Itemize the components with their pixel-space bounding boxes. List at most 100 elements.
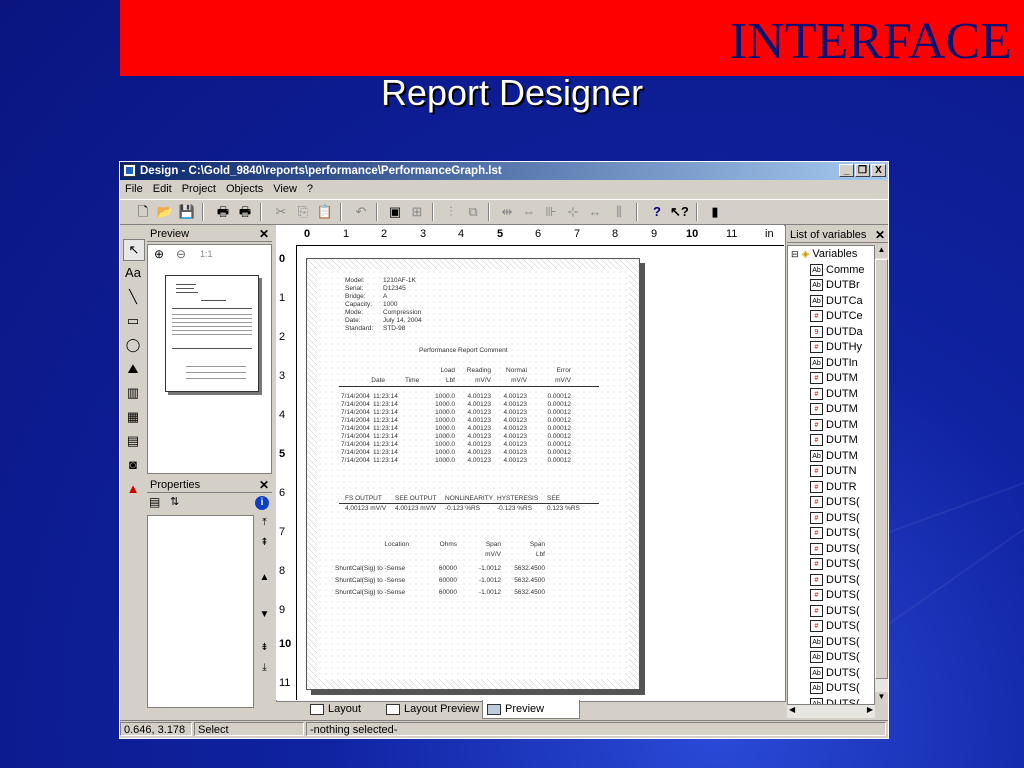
undo-icon[interactable]: ↶: [352, 203, 370, 221]
scroll-thumb[interactable]: [875, 259, 888, 679]
sort-alpha-icon[interactable]: ⇅: [170, 495, 179, 508]
help-icon[interactable]: ?: [648, 203, 666, 221]
variables-close-icon[interactable]: ✕: [875, 227, 885, 243]
menu-file[interactable]: File: [120, 180, 148, 198]
variable-item[interactable]: # DUTM: [810, 371, 858, 387]
variable-item[interactable]: Ab DUTS(: [810, 666, 860, 682]
report-body[interactable]: Model: Serial: Bridge: Capacity: Mode: Date: S…: [317, 269, 629, 679]
ellipse-tool-icon[interactable]: ◯: [123, 335, 143, 355]
align-icon[interactable]: ⫶: [442, 203, 460, 221]
variable-item[interactable]: # DUTS(: [810, 573, 860, 589]
variable-item[interactable]: # DUTS(: [810, 604, 860, 620]
scroll-up-icon[interactable]: ▲: [875, 245, 888, 258]
text-tool-icon[interactable]: Aa: [123, 263, 143, 283]
save-icon[interactable]: 💾: [178, 203, 196, 221]
variables-vertical-scrollbar[interactable]: ▲ ▼: [875, 245, 888, 705]
info-icon[interactable]: i: [255, 496, 269, 510]
size-icon[interactable]: ⇹: [498, 203, 516, 221]
scroll-top-icon[interactable]: ⤒: [257, 515, 272, 530]
ole-object-tool-icon[interactable]: ◙: [123, 455, 143, 475]
group-icon[interactable]: ⧉: [464, 203, 482, 221]
new-icon[interactable]: 🗋: [134, 203, 152, 221]
variable-item[interactable]: # DUTS(: [810, 619, 860, 635]
variable-item[interactable]: # DUTCe: [810, 309, 863, 325]
variable-item[interactable]: # DUTN: [810, 464, 857, 480]
variable-item[interactable]: Ab Comme: [810, 263, 865, 279]
select-tool-icon[interactable]: ↖: [123, 239, 145, 261]
scroll-down-icon[interactable]: ▼: [257, 607, 272, 622]
properties-close-icon[interactable]: ✕: [259, 477, 269, 493]
barcode-tool-icon[interactable]: ▥: [123, 383, 143, 403]
scroll-page-down-icon[interactable]: ⇟: [257, 640, 272, 655]
menu-help[interactable]: ?: [302, 180, 318, 198]
distribute-icon[interactable]: ⊪: [542, 203, 560, 221]
center-icon[interactable]: ⊹: [564, 203, 582, 221]
variable-item[interactable]: 9 DUTDa: [810, 325, 863, 341]
scroll-up-icon[interactable]: ▲: [257, 570, 272, 585]
variable-item[interactable]: # DUTM: [810, 418, 858, 434]
variable-item[interactable]: Ab DUTCa: [810, 294, 863, 310]
open-icon[interactable]: 📂: [156, 203, 174, 221]
variable-item[interactable]: # DUTR: [810, 480, 857, 496]
copy-icon[interactable]: ⎘: [294, 203, 312, 221]
scroll-left-icon[interactable]: ◀: [789, 705, 795, 714]
variable-item[interactable]: # DUTS(: [810, 495, 860, 511]
tab-layout[interactable]: Layout: [306, 700, 376, 719]
categorized-icon[interactable]: ▤: [149, 495, 160, 509]
variable-item[interactable]: Ab DUTS(: [810, 635, 860, 651]
variable-item[interactable]: Ab DUTIn: [810, 356, 858, 372]
minimize-button[interactable]: _: [839, 164, 854, 177]
paste-icon[interactable]: 📋: [316, 203, 334, 221]
variable-item[interactable]: # DUTM: [810, 433, 858, 449]
scroll-down-icon[interactable]: ▼: [875, 692, 888, 705]
cut-icon[interactable]: ✂: [272, 203, 290, 221]
variable-item[interactable]: # DUTS(: [810, 526, 860, 542]
variable-item[interactable]: # DUTM: [810, 387, 858, 403]
line-tool-icon[interactable]: ╲: [123, 287, 143, 307]
menu-view[interactable]: View: [268, 180, 302, 198]
close-button[interactable]: X: [871, 164, 886, 177]
print-preview-icon[interactable]: 🖶: [236, 203, 254, 221]
window-titlebar[interactable]: Design - C:\Gold_9840\reports\performanc…: [120, 162, 888, 180]
fit-icon[interactable]: ↔: [586, 203, 604, 221]
table-tool-icon[interactable]: ▦: [123, 407, 143, 427]
collapse-icon[interactable]: ⊟: [791, 249, 799, 259]
menu-project[interactable]: Project: [177, 180, 221, 198]
stack-icon[interactable]: ⫼: [610, 203, 628, 221]
variables-horizontal-scrollbar[interactable]: ◀ ▶: [787, 705, 875, 718]
variable-item[interactable]: # DUTS(: [810, 557, 860, 573]
chart-tool-icon[interactable]: ▲: [123, 479, 143, 499]
variable-item[interactable]: Ab DUTS(: [810, 681, 860, 697]
variables-tree[interactable]: ⊟ ◈ Variables Ab Comme Ab DUTBr Ab DUTCa # DUTC…: [787, 245, 875, 705]
rectangle-tool-icon[interactable]: ▭: [123, 311, 143, 331]
menu-objects[interactable]: Objects: [221, 180, 268, 198]
variable-item[interactable]: Ab DUTBr: [810, 278, 860, 294]
variable-item[interactable]: Ab DUTS(: [810, 650, 860, 666]
scroll-right-icon[interactable]: ▶: [867, 705, 873, 714]
formatted-text-tool-icon[interactable]: ▤: [123, 431, 143, 451]
zoom-actual-size[interactable]: 1:1: [200, 249, 213, 259]
context-help-icon[interactable]: ↖?: [670, 203, 689, 221]
scroll-page-up-icon[interactable]: ⇞: [257, 535, 272, 550]
variable-item[interactable]: # DUTHy: [810, 340, 862, 356]
restore-button[interactable]: ❐: [855, 164, 870, 177]
zoom-out-icon[interactable]: ⊖: [176, 247, 186, 261]
preview-close-icon[interactable]: ✕: [259, 226, 269, 242]
variable-item[interactable]: Ab DUTM: [810, 449, 858, 465]
scroll-bottom-icon[interactable]: ⤓: [257, 660, 272, 675]
zoom-in-icon[interactable]: ⊕: [154, 247, 164, 261]
report-page[interactable]: Model: Serial: Bridge: Capacity: Mode: Date: S…: [306, 258, 640, 690]
variable-item[interactable]: # DUTS(: [810, 542, 860, 558]
menu-edit[interactable]: Edit: [148, 180, 177, 198]
variable-item[interactable]: Ab DUTS(: [810, 697, 860, 704]
print-icon[interactable]: 🖶: [214, 203, 232, 221]
tab-layout-preview[interactable]: Layout Preview: [382, 700, 482, 719]
tab-preview[interactable]: Preview: [482, 700, 580, 719]
variable-item[interactable]: # DUTS(: [810, 511, 860, 527]
image-tool-icon[interactable]: ⛰: [123, 359, 143, 379]
space-icon[interactable]: ⇔: [520, 203, 538, 221]
preview-thumbnail[interactable]: [165, 275, 259, 392]
layer-icon[interactable]: ▣: [386, 203, 404, 221]
tree-root[interactable]: ⊟ ◈ Variables: [791, 247, 857, 263]
variable-item[interactable]: # DUTM: [810, 402, 858, 418]
